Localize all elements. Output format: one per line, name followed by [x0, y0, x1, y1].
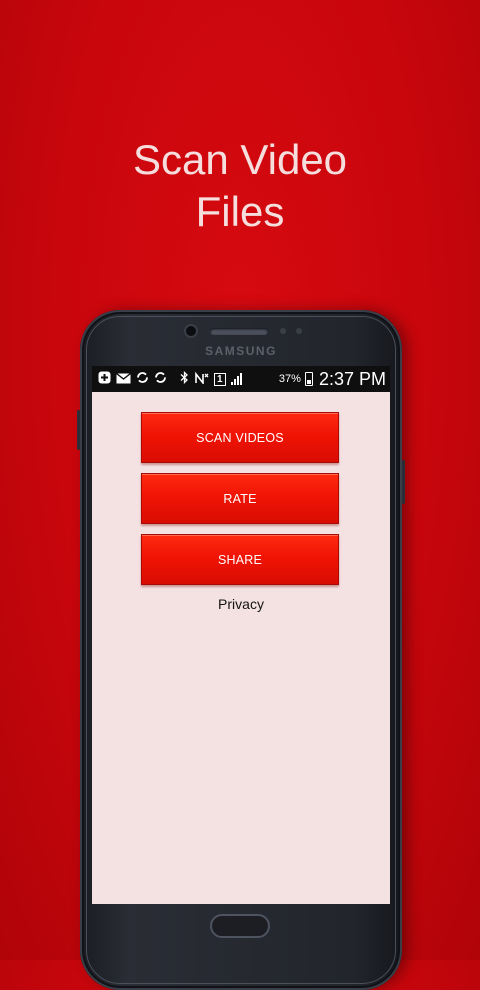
scan-videos-button[interactable]: SCAN VIDEOS	[141, 412, 339, 463]
promo-headline: Scan Video Files	[0, 134, 480, 238]
privacy-link[interactable]: Privacy	[92, 596, 390, 612]
signal-icon	[230, 373, 242, 385]
earpiece-speaker	[210, 328, 268, 335]
headline-line-2: Files	[195, 188, 285, 235]
status-icons-right: 37% 2:37 PM	[279, 366, 386, 392]
share-button[interactable]: SHARE	[141, 534, 339, 585]
status-bar: 1 37% 2:37 PM	[92, 366, 390, 392]
battery-percent: 37%	[278, 373, 301, 385]
headline-line-1: Scan Video	[132, 136, 348, 183]
status-clock: 2:37 PM	[318, 368, 386, 389]
no-signal-icon	[194, 371, 209, 387]
phone-brand-logo: SAMSUNG	[205, 344, 277, 358]
sync-icon	[154, 371, 167, 387]
sync-icon	[136, 371, 149, 387]
volume-button	[77, 410, 80, 450]
front-camera	[186, 326, 196, 336]
plus-icon	[98, 371, 111, 387]
proximity-sensor	[280, 328, 286, 334]
status-icons-left: 1	[98, 366, 242, 392]
rate-button[interactable]: RATE	[141, 473, 339, 524]
home-button[interactable]	[210, 914, 270, 938]
light-sensor	[296, 328, 302, 334]
mail-icon	[116, 372, 131, 387]
app-screen: SCAN VIDEOS RATE SHARE Privacy	[92, 392, 390, 904]
power-button	[402, 460, 405, 504]
sim-icon: 1	[214, 372, 226, 386]
battery-icon	[304, 372, 313, 386]
bluetooth-icon	[180, 370, 189, 387]
